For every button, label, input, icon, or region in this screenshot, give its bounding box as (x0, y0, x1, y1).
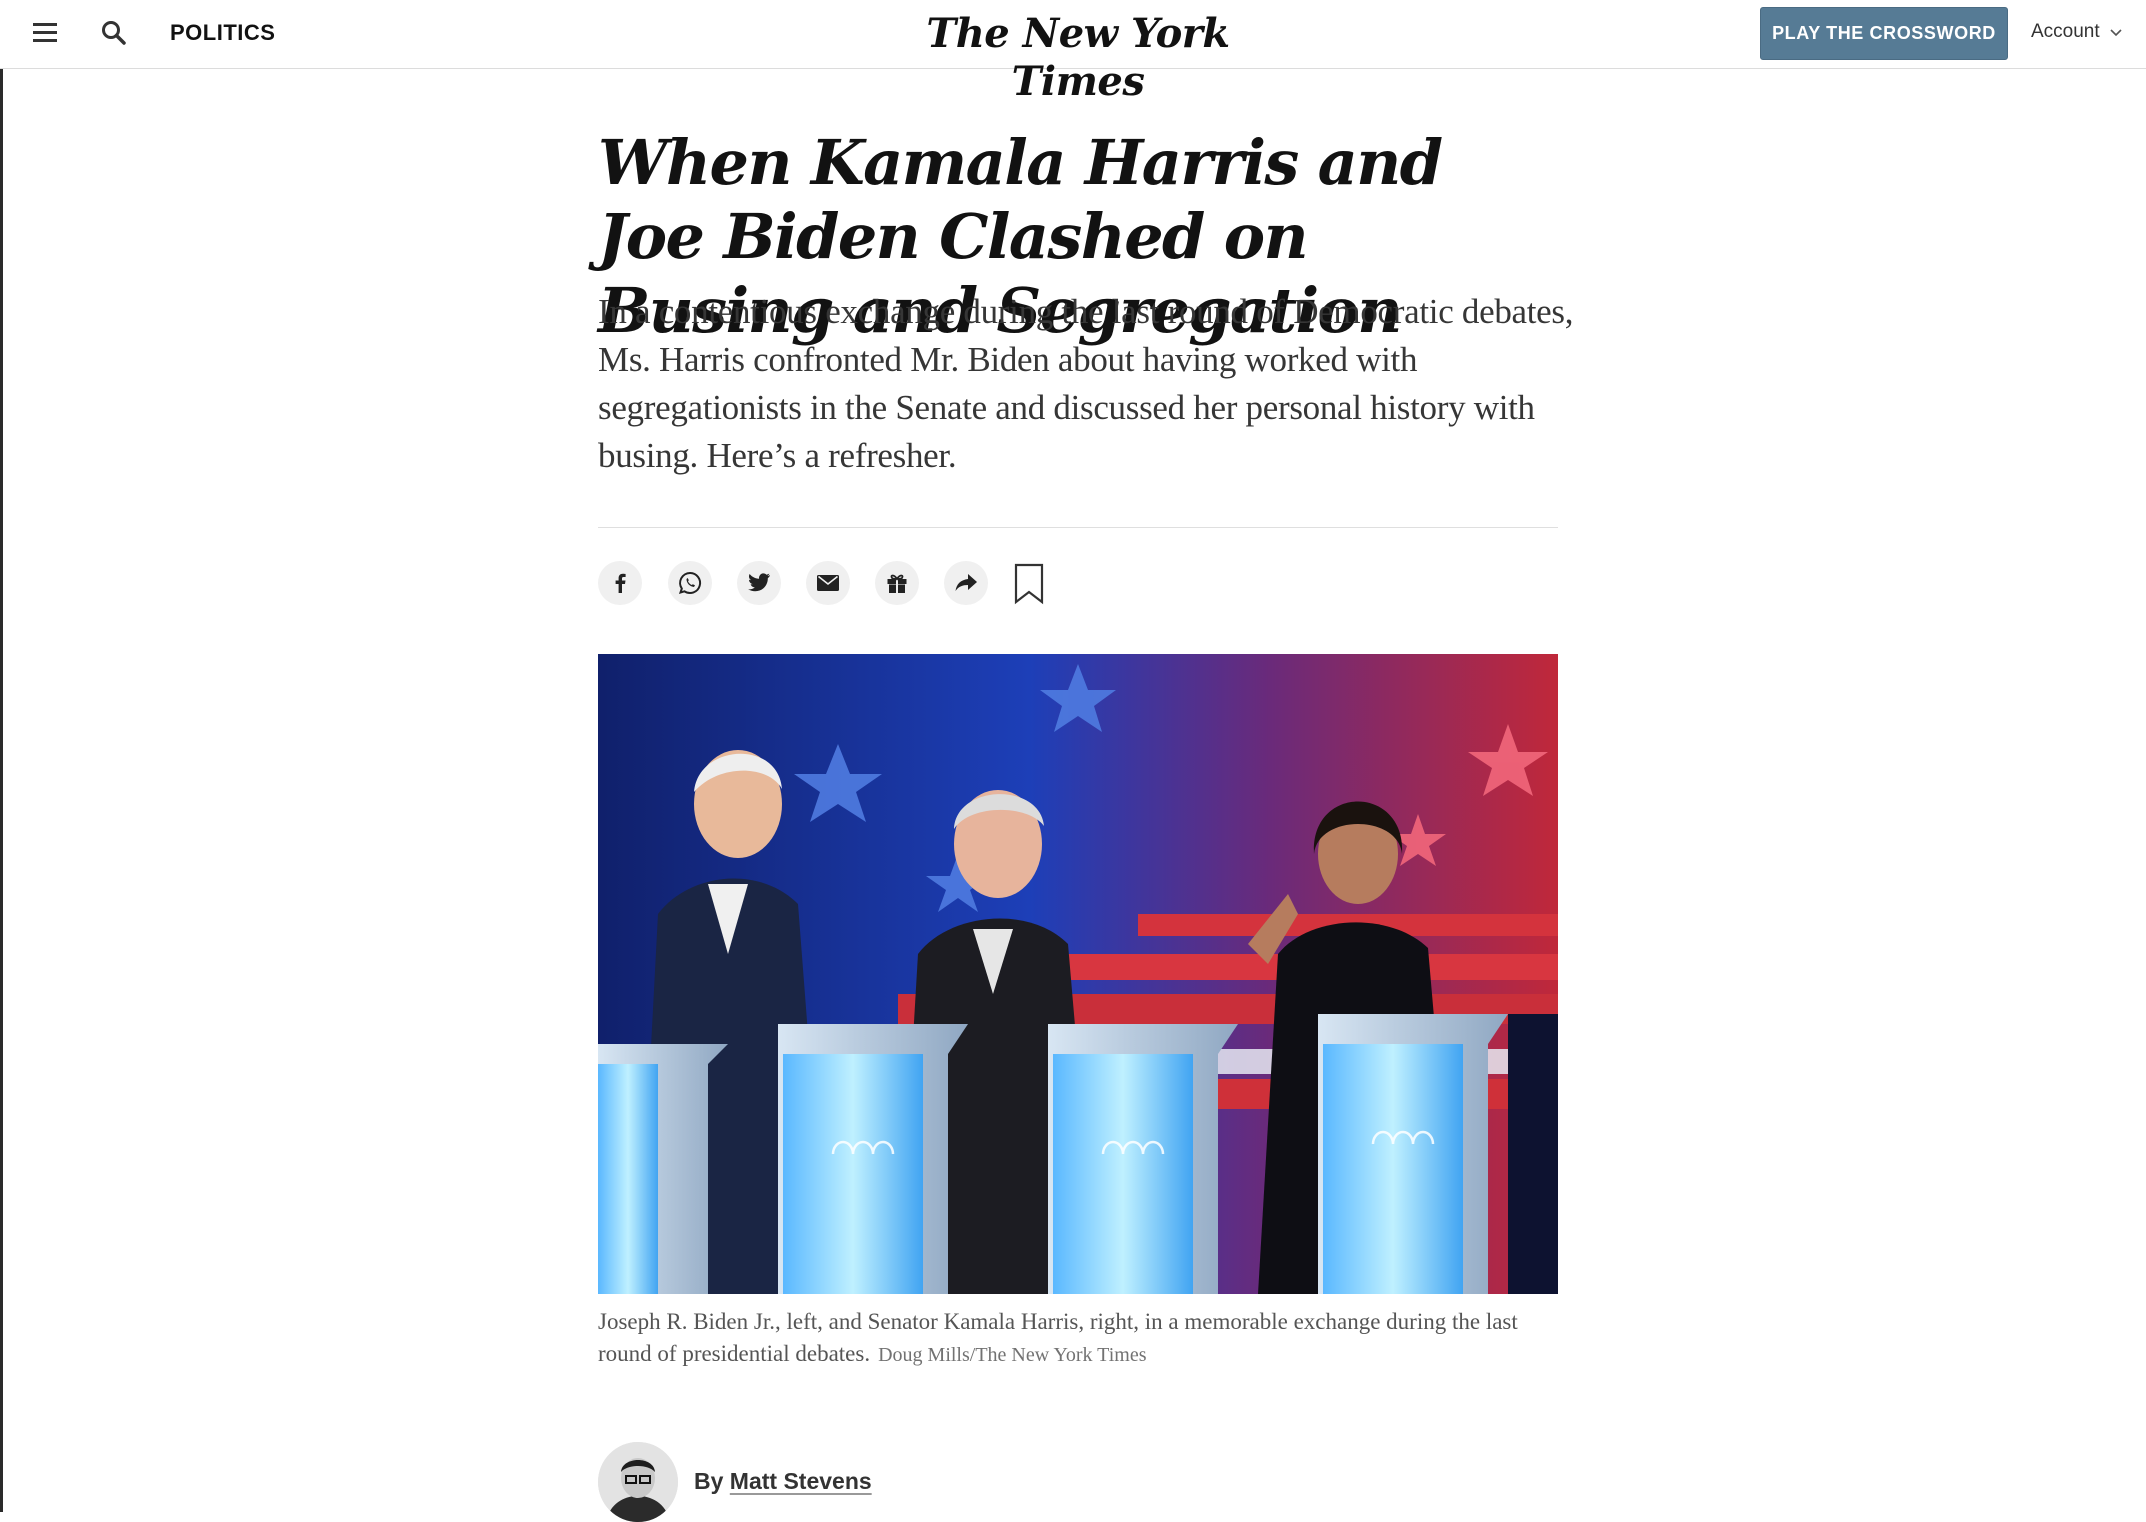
email-icon[interactable] (806, 561, 850, 605)
play-crossword-button[interactable]: PLAY THE CROSSWORD (1760, 7, 2008, 60)
top-bar: POLITICS The New York Times PLAY THE CRO… (0, 0, 2146, 105)
gift-icon[interactable] (875, 561, 919, 605)
window-edge (0, 0, 3, 1512)
chevron-down-icon (2110, 17, 2122, 47)
lead-photo (598, 654, 1558, 1294)
bookmark-icon[interactable] (1014, 563, 1044, 605)
photo-caption: Joseph R. Biden Jr., left, and Senator K… (598, 1306, 1558, 1371)
article-summary: In a contentious exchange during the las… (598, 292, 1574, 475)
search-icon[interactable] (99, 18, 129, 48)
author-avatar (598, 1442, 678, 1522)
facebook-icon[interactable] (598, 561, 642, 605)
account-label: Account (2031, 21, 2100, 43)
twitter-icon[interactable] (737, 561, 781, 605)
author-link[interactable]: Matt Stevens (730, 1468, 872, 1494)
nyt-logo[interactable]: The New York Times (880, 10, 1276, 106)
byline-text: By Matt Stevens (694, 1465, 872, 1497)
photo-credit: Doug Mills/The New York Times (878, 1344, 1147, 1366)
section-link-politics[interactable]: POLITICS (170, 18, 275, 48)
share-icon[interactable] (944, 561, 988, 605)
hamburger-menu-icon[interactable] (31, 21, 59, 47)
whatsapp-icon[interactable] (668, 561, 712, 605)
byline-prefix: By (694, 1468, 724, 1494)
account-menu[interactable]: Account (2031, 17, 2122, 47)
divider (598, 527, 1558, 528)
